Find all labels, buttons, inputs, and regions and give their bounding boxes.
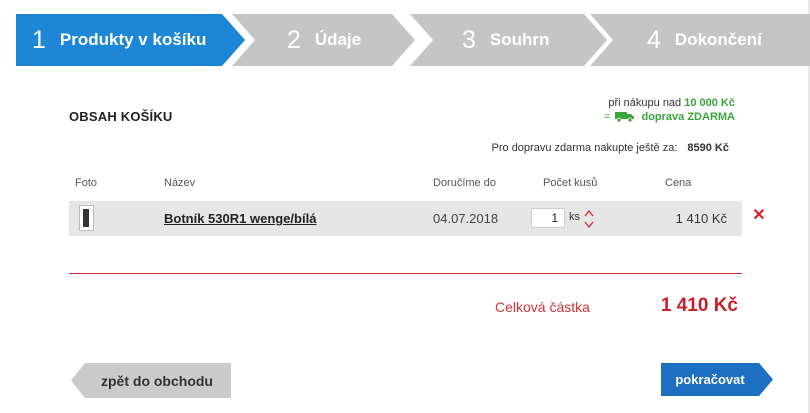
quantity-input[interactable]: 1 xyxy=(531,208,565,228)
continue-button[interactable]: pokračovat xyxy=(661,363,773,396)
step-number: 3 xyxy=(462,25,476,54)
truck-icon xyxy=(615,111,635,126)
free-shipping-label: doprava ZDARMA xyxy=(641,111,735,123)
delivery-date: 04.07.2018 xyxy=(433,211,499,226)
step-summary[interactable]: 3 Souhrn xyxy=(410,14,607,66)
free-shipping-prefix: při nákupu nad xyxy=(608,97,682,109)
step-label: Souhrn xyxy=(489,30,550,49)
cart-item-row: Botník 530R1 wenge/bílá 04.07.2018 1 ks … xyxy=(69,201,742,236)
item-price: 1 410 Kč xyxy=(675,211,727,226)
column-price: Cena xyxy=(665,177,692,189)
remaining-text: Pro dopravu zdarma nakupte ještě za: xyxy=(491,142,678,154)
column-photo: Foto xyxy=(75,177,98,189)
step-number: 1 xyxy=(32,25,46,54)
column-delivery: Doručíme do xyxy=(433,177,496,189)
cart-title: OBSAH KOŠÍKU xyxy=(69,109,173,124)
step-completion[interactable]: 4 Dokončení xyxy=(590,14,810,66)
step-number: 4 xyxy=(647,25,661,54)
total-divider xyxy=(69,273,742,274)
free-shipping-eq: = xyxy=(603,111,611,123)
column-quantity: Počet kusů xyxy=(543,177,598,189)
step-label: Produkty v košíku xyxy=(59,30,207,49)
remaining-for-free-shipping: Pro dopravu zdarma nakupte ještě za: 8590… xyxy=(492,142,729,154)
cart-page: 1 Produkty v košíku 2 Údaje 3 Souhrn 4 D… xyxy=(0,0,810,413)
close-icon[interactable]: ✕ xyxy=(752,208,766,224)
free-shipping-info: při nákupu nad 10 000 Kč = doprava ZDARM… xyxy=(604,96,735,126)
back-to-shop-button[interactable]: zpět do obchodu xyxy=(71,363,231,398)
remaining-amount: 8590 Kč xyxy=(687,142,729,154)
step-label: Dokončení xyxy=(674,30,762,49)
column-name: Název xyxy=(164,177,196,189)
up-down-arrows-icon[interactable] xyxy=(583,208,595,230)
step-cart[interactable]: 1 Produkty v košíku xyxy=(16,14,245,66)
step-details[interactable]: 2 Údaje xyxy=(232,14,415,66)
product-name-link[interactable]: Botník 530R1 wenge/bílá xyxy=(164,211,316,226)
total-label: Celková částka xyxy=(495,299,590,315)
quantity-unit: ks xyxy=(569,211,580,223)
free-shipping-amount: 10 000 Kč xyxy=(684,97,735,109)
step-label: Údaje xyxy=(314,30,362,49)
checkout-stepper: 1 Produkty v košíku 2 Údaje 3 Souhrn 4 D… xyxy=(0,14,810,66)
step-number: 2 xyxy=(287,25,301,54)
total-value: 1 410 Kč xyxy=(660,295,738,316)
product-thumbnail[interactable] xyxy=(79,205,94,231)
